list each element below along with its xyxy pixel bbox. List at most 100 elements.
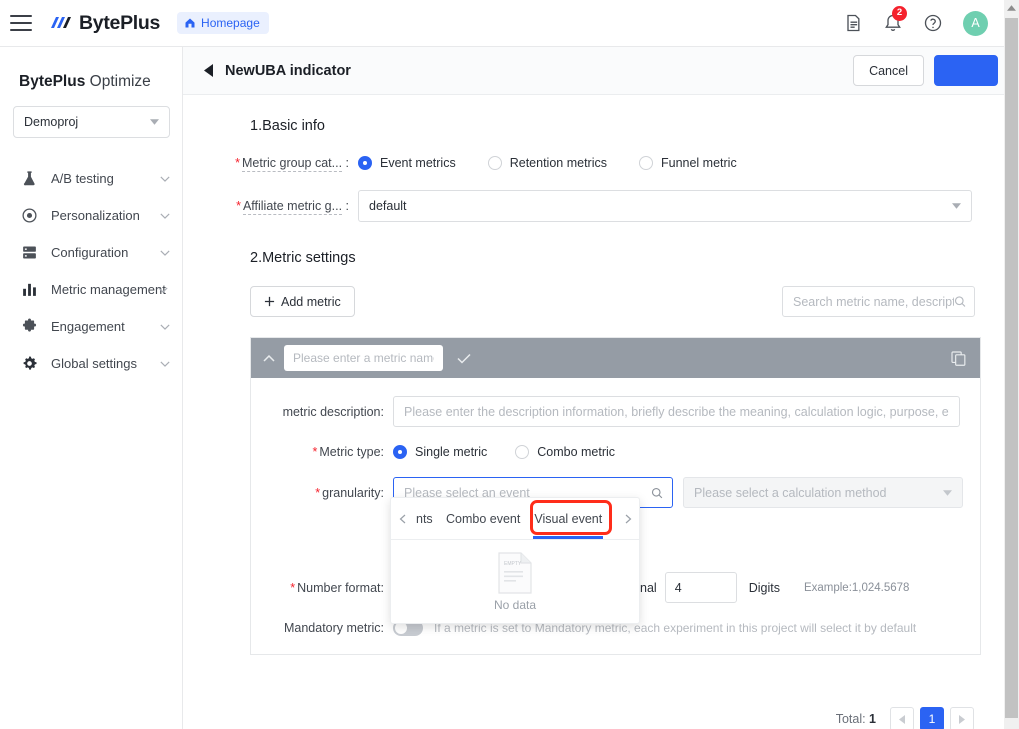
top-bar: BytePlus Homepage 2 A <box>0 0 1004 47</box>
event-dropdown-tabs: nts Combo event Visual event <box>391 498 639 540</box>
chevron-down-icon <box>952 203 961 209</box>
granularity-label: * granularity: <box>251 486 393 500</box>
affiliate-metric-group-label: * Affiliate metric g... : <box>183 199 358 215</box>
chevron-down-icon <box>160 250 170 256</box>
product-name: BytePlus Optimize <box>19 73 182 91</box>
pager: 1 <box>890 707 974 729</box>
radio-single-metric[interactable]: Single metric <box>393 445 487 459</box>
avatar[interactable]: A <box>963 10 988 36</box>
brand-name: BytePlus <box>79 11 161 34</box>
chevron-up-icon[interactable] <box>263 354 275 362</box>
gear-icon <box>23 356 37 370</box>
scrollbar-up-button[interactable] <box>1004 0 1019 16</box>
total-count: 1 <box>869 712 876 726</box>
radio-combo-metric[interactable]: Combo metric <box>515 445 615 459</box>
radio-dot <box>487 156 502 170</box>
search-icon[interactable] <box>954 295 966 308</box>
radio-event-metrics[interactable]: Event metrics <box>358 156 456 170</box>
target-icon <box>22 208 37 223</box>
sidebar-item-label: Global settings <box>51 356 137 371</box>
metric-name-input[interactable] <box>284 345 443 371</box>
chevron-down-icon <box>160 324 170 330</box>
tab-all-events[interactable]: nts <box>409 498 439 539</box>
brand-logo[interactable]: BytePlus <box>50 12 160 35</box>
sidebar-item-ab-testing[interactable]: A/B testing <box>0 160 182 197</box>
add-metric-label: Add metric <box>281 294 341 309</box>
sidebar-item-metric-management[interactable]: Metric management <box>0 271 182 308</box>
page-header-actions: Cancel <box>853 55 1004 86</box>
homepage-tag[interactable]: Homepage <box>177 12 269 34</box>
sidebar-item-label: Metric management <box>51 282 166 297</box>
hamburger-icon[interactable] <box>10 15 32 31</box>
tab-visual-event[interactable]: Visual event <box>527 498 609 539</box>
chevron-down-icon <box>150 119 159 125</box>
scrollbar-thumb[interactable] <box>1005 18 1018 718</box>
pagination-next-button[interactable] <box>950 707 974 729</box>
project-selector-value: Demoproj <box>24 115 79 129</box>
notification-badge: 2 <box>892 6 907 21</box>
metric-description-input[interactable] <box>393 396 960 427</box>
tabs-next-button[interactable] <box>621 514 635 524</box>
document-icon[interactable] <box>843 13 863 33</box>
help-circle-icon[interactable] <box>923 13 943 33</box>
notifications[interactable]: 2 <box>883 6 907 33</box>
sidebar-item-engagement[interactable]: Engagement <box>0 308 182 345</box>
sidebar-item-label: A/B testing <box>51 171 114 186</box>
plus-icon <box>264 296 275 307</box>
event-dropdown-empty-state: EMPTY No data <box>391 540 639 624</box>
search-icon[interactable] <box>651 487 663 499</box>
radio-label: Funnel metric <box>660 156 737 170</box>
radio-label: Combo metric <box>537 445 616 459</box>
sidebar-item-configuration[interactable]: Configuration <box>0 234 182 271</box>
radio-dot <box>515 445 530 459</box>
required-star: * <box>235 156 240 170</box>
metric-type-label-text: Metric type: <box>319 445 384 459</box>
search-input[interactable] <box>793 294 954 309</box>
sidebar-item-personalization[interactable]: Personalization <box>0 197 182 234</box>
label-colon: : <box>342 199 349 213</box>
save-button[interactable] <box>934 55 998 86</box>
page-header: NewUBA indicator Cancel <box>183 47 1004 95</box>
sidebar-item-label: Configuration <box>51 245 129 260</box>
calculation-method-select[interactable]: Please select a calculation method <box>683 477 963 508</box>
search-metric-field[interactable] <box>782 286 975 317</box>
pagination-page-1[interactable]: 1 <box>920 707 944 729</box>
tabs-prev-button[interactable] <box>395 514 409 524</box>
page-scrollbar[interactable] <box>1004 0 1019 729</box>
metric-type-row: * Metric type: Single metric Combo metric <box>251 445 980 459</box>
total-count-label: Total: 1 <box>836 712 876 726</box>
digits-input[interactable] <box>664 572 737 603</box>
chevron-left-icon <box>399 514 405 523</box>
affiliate-metric-group-select[interactable]: default <box>358 190 972 222</box>
sidebar-item-label: Engagement <box>51 319 125 334</box>
add-metric-button[interactable]: Add metric <box>250 286 355 317</box>
radio-funnel-metric[interactable]: Funnel metric <box>638 156 737 170</box>
metric-toolbar: Add metric <box>183 286 1004 317</box>
radio-dot <box>638 156 653 170</box>
number-format-label-text: Number format: <box>297 580 384 595</box>
chevron-down-icon <box>158 287 168 293</box>
metric-type-radios: Single metric Combo metric <box>393 445 615 459</box>
project-selector[interactable]: Demoproj <box>13 106 170 138</box>
pagination-prev-button[interactable] <box>890 707 914 729</box>
metric-description-label: metric description: <box>282 404 384 419</box>
back-arrow-icon[interactable] <box>204 64 213 77</box>
check-icon[interactable] <box>457 353 471 364</box>
copy-icon[interactable] <box>951 350 966 366</box>
sidebar: BytePlus Optimize Demoproj A/B testing P… <box>0 47 183 729</box>
top-bar-actions: 2 A <box>843 6 1004 36</box>
radio-label: Retention metrics <box>509 156 607 170</box>
empty-state-label: No data <box>493 598 537 612</box>
affiliate-metric-group-label-text: Affiliate metric g... <box>242 199 343 215</box>
cancel-button[interactable]: Cancel <box>853 55 924 86</box>
sidebar-item-global-settings[interactable]: Global settings <box>0 345 182 382</box>
calculation-method-placeholder: Please select a calculation method <box>694 485 887 500</box>
metric-group-category-label: * Metric group cat... : <box>183 156 358 172</box>
required-star: * <box>312 445 318 459</box>
affiliate-metric-group-row: * Affiliate metric g... : default <box>183 190 1004 222</box>
chevron-right-icon <box>959 714 965 724</box>
digits-unit-label: Digits <box>748 580 780 595</box>
radio-retention-metrics[interactable]: Retention metrics <box>487 156 607 170</box>
tab-combo-event[interactable]: Combo event <box>439 498 527 539</box>
number-format-example: Example:1,024.5678 <box>803 581 910 594</box>
